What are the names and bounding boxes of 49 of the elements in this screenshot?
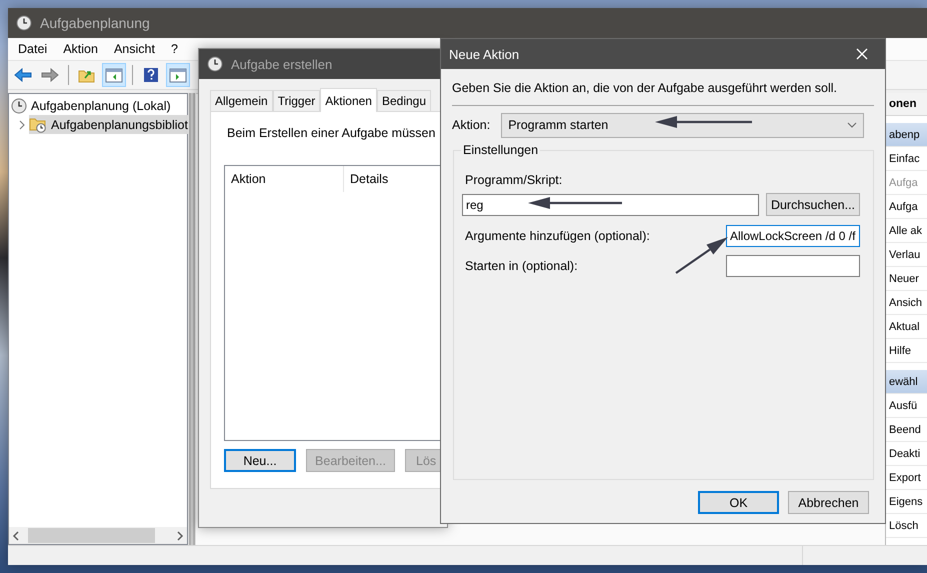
chevron-down-icon <box>847 122 857 128</box>
clock-icon <box>16 15 32 31</box>
input-field[interactable] <box>726 255 860 277</box>
column-header[interactable]: Aktion <box>225 166 344 192</box>
window-title: Aufgabe erstellen <box>231 56 332 72</box>
annotation-arrow <box>675 237 728 274</box>
instruction-text: Beim Erstellen einer Aufgabe müssen <box>227 126 436 140</box>
window-title: Aufgabenplanung <box>40 15 150 31</box>
toolbar-button[interactable] <box>166 63 190 87</box>
field-label: Starten in (optional): <box>465 259 579 273</box>
action-dropdown[interactable]: Programm starten <box>501 112 864 138</box>
back-arrow-icon <box>14 68 32 82</box>
close-icon <box>856 48 868 60</box>
tree-item[interactable]: Aufgabenplanung (Lokal) <box>11 96 173 115</box>
tab[interactable]: Trigger <box>272 90 320 111</box>
instruction-text: Geben Sie die Aktion an, die von der Aufgabe ausgeführt werden soll. <box>452 81 838 95</box>
horizontal-scrollbar[interactable] <box>9 527 187 544</box>
scrollbar-thumb[interactable] <box>28 528 155 543</box>
tab[interactable]: Aktionen <box>320 88 377 112</box>
menu-item[interactable]: Ansicht <box>106 42 163 56</box>
tree-item[interactable]: Aufgabenplanungsbibliot <box>29 115 190 134</box>
folder-clock-icon <box>29 116 47 133</box>
field-label: Programm/Skript: <box>465 173 562 187</box>
toolbar-button[interactable] <box>102 63 126 87</box>
help-icon <box>143 67 159 83</box>
clock-icon <box>207 56 223 72</box>
pane-splitter[interactable] <box>188 93 196 545</box>
forward-arrow-icon <box>41 68 59 82</box>
dialog-button[interactable]: Neu... <box>224 449 296 472</box>
group-label: Einstellungen <box>462 143 540 157</box>
field-label: Argumente hinzufügen (optional): <box>465 229 651 243</box>
dialog-button[interactable]: OK <box>698 491 779 514</box>
menu-item[interactable]: Datei <box>10 42 56 56</box>
input-field[interactable]: reg <box>462 194 759 216</box>
pane-icon <box>169 68 187 82</box>
clock-icon <box>11 98 27 114</box>
field-label: Aktion: <box>452 118 490 132</box>
dialog-button[interactable]: Abbrechen <box>788 491 869 514</box>
browse-button[interactable]: Durchsuchen... <box>766 193 860 216</box>
section-header: abenp <box>886 123 927 147</box>
pane-icon <box>105 68 123 82</box>
menu-item[interactable]: Aktion <box>55 42 106 56</box>
tab[interactable]: Allgemein <box>210 90 273 111</box>
pane-title: onen <box>886 93 927 116</box>
menu-item[interactable]: ? <box>162 42 186 56</box>
input-field[interactable]: AllowLockScreen /d 0 /f <box>726 225 860 247</box>
tab[interactable]: Bedingu <box>376 90 432 111</box>
section-header: ewähl <box>886 370 927 394</box>
window-title: Neue Aktion <box>449 46 520 62</box>
